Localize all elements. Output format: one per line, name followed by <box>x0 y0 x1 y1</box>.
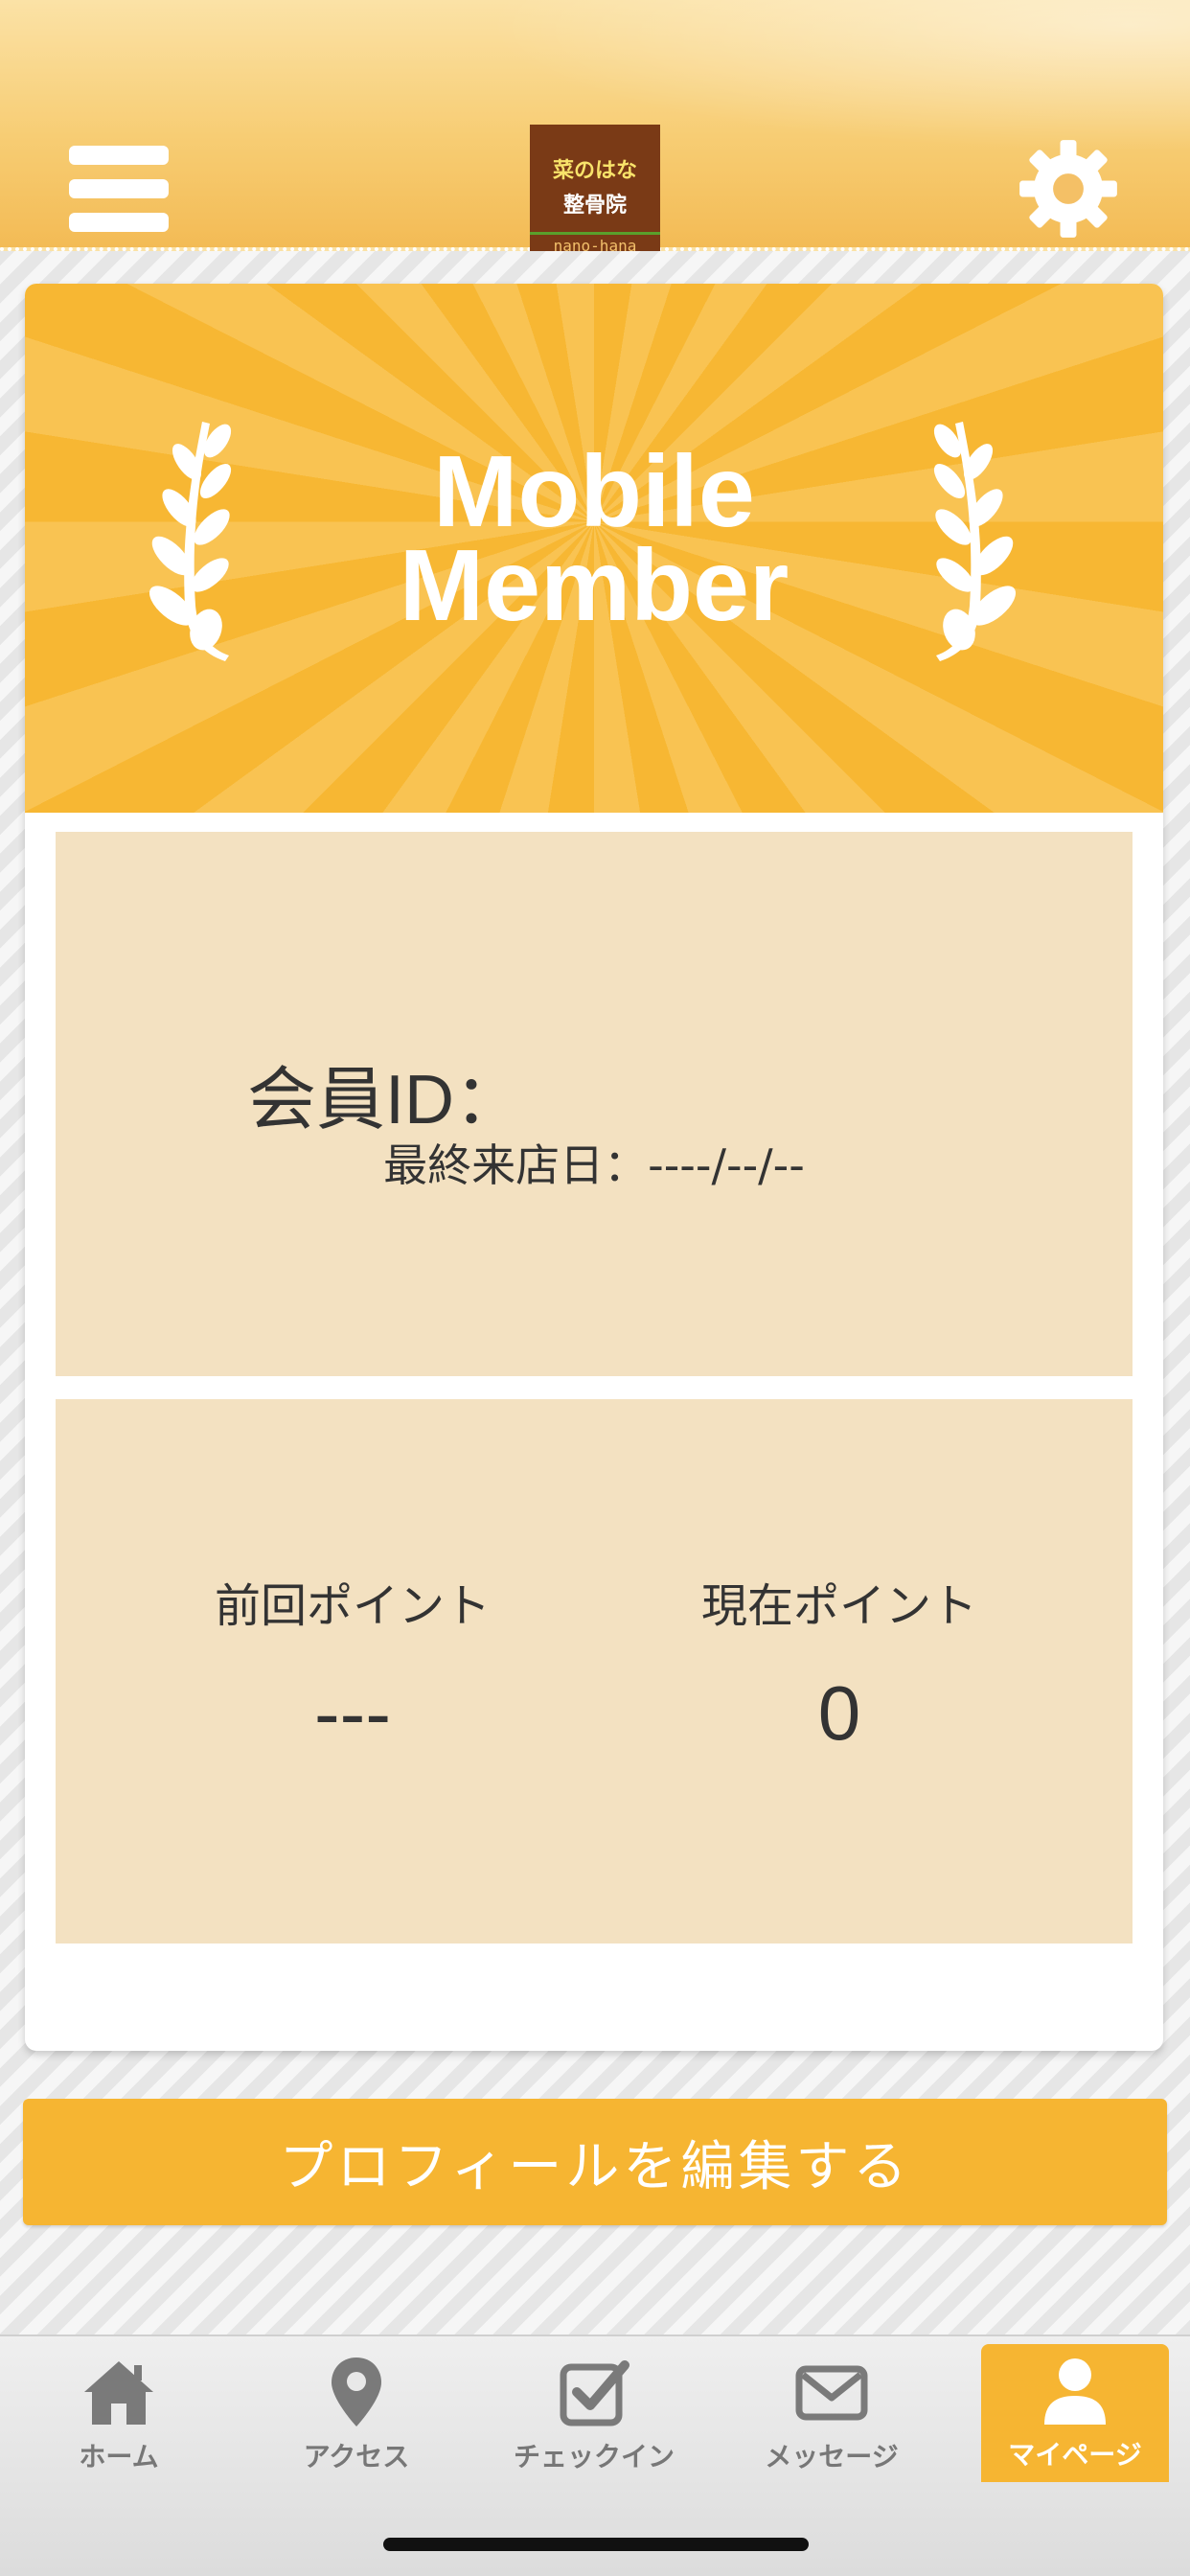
laurel-right-icon <box>933 422 1017 661</box>
checkbox-icon <box>560 2360 629 2426</box>
hamburger-menu-icon[interactable] <box>69 146 169 232</box>
home-indicator[interactable] <box>383 2538 809 2551</box>
points-panel: 前回ポイント --- 現在ポイント 0 <box>56 1399 1133 1944</box>
menu-bar <box>69 213 169 232</box>
map-pin-icon <box>332 2358 381 2426</box>
user-icon <box>1044 2358 1106 2425</box>
previous-points-label: 前回ポイント <box>214 1579 491 1633</box>
tab-message[interactable]: メッセージ <box>738 2346 926 2480</box>
logo-text-type: 整骨院 <box>562 194 627 218</box>
app-header: 菜のはな 整骨院 nano-hana <box>0 0 1190 255</box>
member-card: Mobile Member 会員ID： 最終来店日：----/--/-- 前回ポ… <box>25 284 1163 2051</box>
tab-home[interactable]: ホーム <box>25 2346 213 2480</box>
tab-home-label: ホーム <box>79 2441 159 2472</box>
member-id-label: 会員ID： <box>247 1062 524 1138</box>
previous-points: 前回ポイント --- <box>161 1568 544 1758</box>
logo-text-romaji: nano-hana <box>530 232 660 255</box>
menu-bar <box>69 146 169 165</box>
last-visit-date: 最終来店日：----/--/-- <box>383 1139 805 1191</box>
tab-access[interactable]: アクセス <box>263 2346 450 2480</box>
logo-text-name: 菜のはな <box>552 159 637 183</box>
menu-bar <box>69 179 169 198</box>
clinic-logo[interactable]: 菜のはな 整骨院 nano-hana <box>530 125 660 255</box>
member-info-panel: 会員ID： 最終来店日：----/--/-- <box>56 832 1133 1376</box>
tab-checkin[interactable]: チェックイン <box>500 2346 688 2480</box>
current-points-label: 現在ポイント <box>700 1579 977 1633</box>
edit-profile-button[interactable]: プロフィールを編集する <box>23 2099 1167 2225</box>
home-icon <box>84 2361 153 2425</box>
tab-checkin-label: チェックイン <box>513 2441 675 2472</box>
tab-access-label: アクセス <box>303 2441 410 2472</box>
previous-points-value: --- <box>314 1670 391 1756</box>
member-banner: Mobile Member <box>25 284 1163 813</box>
tab-message-label: メッセージ <box>765 2441 899 2472</box>
envelope-icon <box>795 2365 868 2421</box>
tab-mypage-label: マイページ <box>1008 2439 1142 2471</box>
gear-icon[interactable] <box>1018 138 1119 240</box>
current-points: 現在ポイント 0 <box>648 1568 1031 1758</box>
tab-mypage[interactable]: マイページ <box>981 2344 1169 2482</box>
current-points-value: 0 <box>817 1670 861 1756</box>
